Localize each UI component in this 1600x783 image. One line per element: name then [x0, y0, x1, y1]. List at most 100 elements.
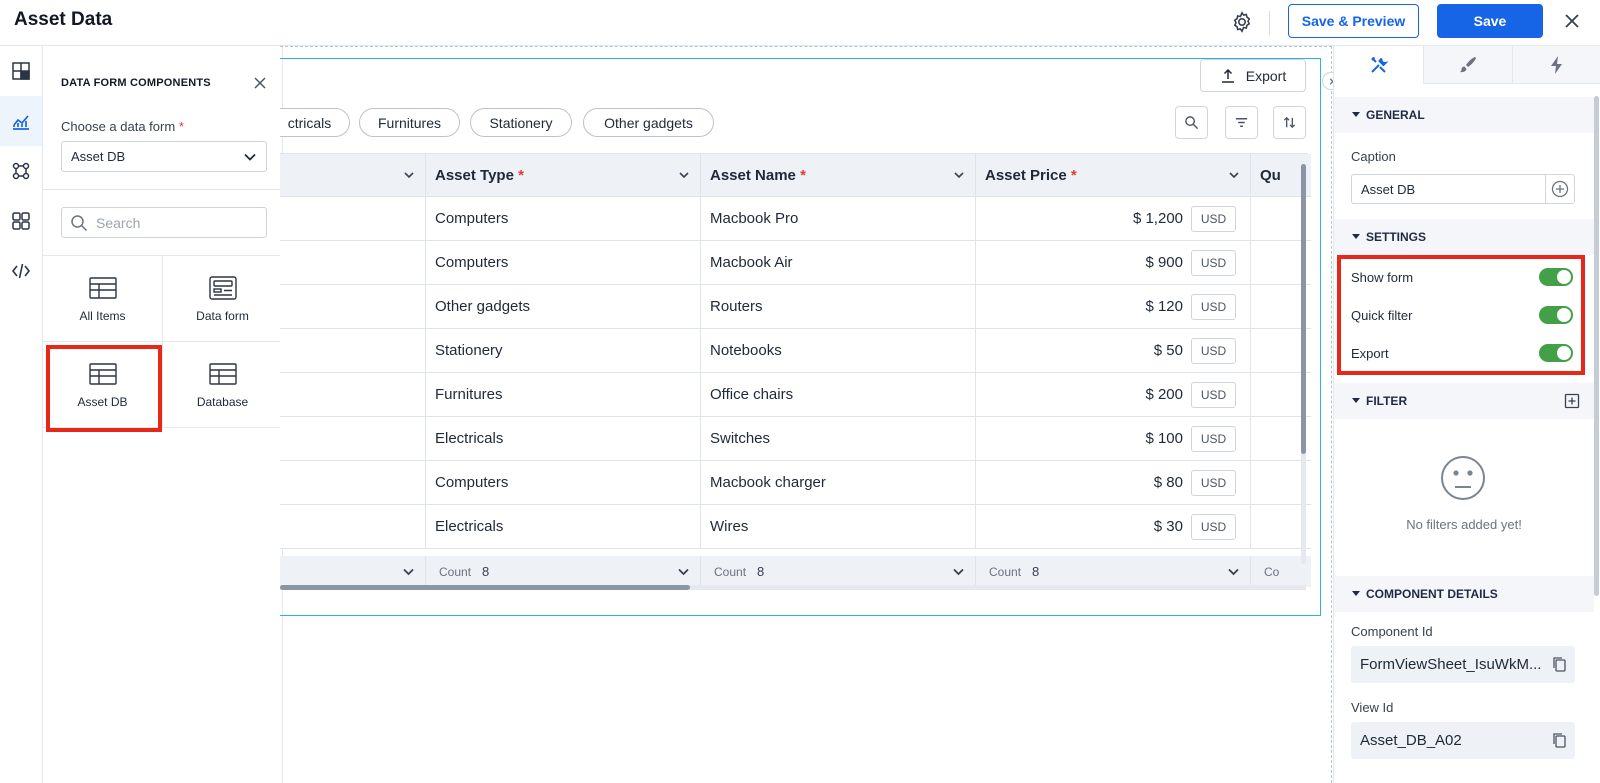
- column-header[interactable]: [280, 154, 426, 197]
- table-cell-asset-price[interactable]: $ 900 USD: [976, 241, 1251, 285]
- copy-icon[interactable]: [1551, 732, 1567, 748]
- currency-badge[interactable]: USD: [1191, 381, 1236, 408]
- settings-gear-icon[interactable]: [1230, 10, 1254, 34]
- search-button[interactable]: [1175, 106, 1208, 139]
- close-icon[interactable]: [1562, 11, 1582, 31]
- tab-properties[interactable]: [1334, 46, 1423, 84]
- filter-chip[interactable]: Furnitures: [359, 108, 460, 137]
- table-cell-asset-price[interactable]: $ 1,200 USD: [976, 197, 1251, 241]
- table-cell-asset-type[interactable]: Other gadgets: [426, 285, 701, 329]
- table-cell-asset-price[interactable]: $ 50 USD: [976, 329, 1251, 373]
- cell-text: Switches: [710, 430, 771, 447]
- aggregate-value: 8: [482, 564, 490, 579]
- search-input[interactable]: [96, 213, 256, 233]
- currency-badge[interactable]: USD: [1191, 205, 1236, 232]
- table-cell-asset-name[interactable]: Macbook charger: [701, 461, 976, 505]
- table-cell-asset-price[interactable]: $ 100 USD: [976, 417, 1251, 461]
- section-title: FILTER: [1366, 394, 1408, 408]
- table-cell-asset-name[interactable]: Macbook Pro: [701, 197, 976, 241]
- chevron-down-icon: [1229, 172, 1239, 179]
- components-icon[interactable]: [0, 146, 42, 196]
- copy-icon[interactable]: [1551, 656, 1567, 672]
- table-cell[interactable]: [280, 197, 426, 241]
- aggregate-cell[interactable]: Count 8: [426, 556, 701, 587]
- currency-badge[interactable]: USD: [1191, 469, 1236, 496]
- sort-button[interactable]: [1273, 106, 1306, 139]
- section-general-header[interactable]: GENERAL: [1334, 97, 1594, 133]
- caret-down-icon: [1352, 591, 1360, 596]
- section-filter-header[interactable]: FILTER: [1334, 383, 1594, 419]
- chart-icon[interactable]: [0, 96, 42, 146]
- table-cell-asset-name[interactable]: Office chairs: [701, 373, 976, 417]
- aggregate-cell[interactable]: Count 8: [701, 556, 976, 587]
- table-cell-asset-type[interactable]: Stationery: [426, 329, 701, 373]
- chevron-down-icon: [954, 172, 964, 179]
- tile-database[interactable]: Database: [163, 342, 283, 428]
- save-and-preview-button[interactable]: Save & Preview: [1288, 4, 1419, 38]
- save-button[interactable]: Save: [1437, 4, 1543, 38]
- add-filter-icon[interactable]: [1564, 393, 1580, 409]
- aggregate-cell[interactable]: Count 8: [976, 556, 1251, 587]
- currency-badge[interactable]: USD: [1191, 293, 1236, 320]
- column-header-asset-name[interactable]: Asset Name *: [701, 154, 976, 197]
- scrollbar-thumb[interactable]: [280, 585, 690, 590]
- section-settings-header[interactable]: SETTINGS: [1334, 219, 1594, 255]
- data-form-select[interactable]: Asset DB: [61, 141, 267, 172]
- table-cell-asset-name[interactable]: Notebooks: [701, 329, 976, 373]
- tile-all-items[interactable]: All Items: [43, 256, 163, 342]
- properties-scrollbar[interactable]: [1594, 96, 1599, 596]
- scrollbar-thumb[interactable]: [1301, 164, 1306, 454]
- filter-chip[interactable]: Other gadgets: [583, 108, 714, 137]
- table-cell-asset-type[interactable]: Furnitures: [426, 373, 701, 417]
- layout-icon[interactable]: [0, 46, 42, 96]
- table-cell[interactable]: [280, 241, 426, 285]
- table-cell-asset-type[interactable]: Computers: [426, 197, 701, 241]
- filter-button[interactable]: [1225, 106, 1258, 139]
- section-component-details-header[interactable]: COMPONENT DETAILS: [1334, 576, 1594, 612]
- tab-style[interactable]: [1423, 46, 1512, 84]
- table-cell-asset-name[interactable]: Wires: [701, 505, 976, 549]
- export-button[interactable]: Export: [1200, 59, 1306, 92]
- caption-input[interactable]: Asset DB: [1351, 174, 1545, 204]
- currency-badge[interactable]: USD: [1191, 425, 1236, 452]
- column-header-asset-price[interactable]: Asset Price *: [976, 154, 1251, 197]
- table-cell[interactable]: [280, 373, 426, 417]
- filter-chip[interactable]: Stationery: [470, 108, 572, 137]
- horizontal-scrollbar[interactable]: [280, 585, 1306, 590]
- table-cell-asset-type[interactable]: Electricals: [426, 417, 701, 461]
- column-header-asset-type[interactable]: Asset Type *: [426, 154, 701, 197]
- component-search[interactable]: [61, 207, 267, 238]
- table-cell[interactable]: [280, 461, 426, 505]
- tab-actions[interactable]: [1512, 46, 1600, 84]
- data-grid-component[interactable]: Export ctricals Furnitures Stationery Ot…: [280, 58, 1321, 616]
- table-cell-asset-name[interactable]: Macbook Air: [701, 241, 976, 285]
- table-cell[interactable]: [280, 417, 426, 461]
- table-cell-asset-price[interactable]: $ 120 USD: [976, 285, 1251, 329]
- grid-icon[interactable]: [0, 196, 42, 246]
- tile-data-form[interactable]: Data form: [163, 256, 283, 342]
- table-cell-asset-price[interactable]: $ 80 USD: [976, 461, 1251, 505]
- aggregate-cell[interactable]: [280, 556, 426, 587]
- properties-tabs: [1334, 46, 1600, 84]
- table-cell-asset-type[interactable]: Electricals: [426, 505, 701, 549]
- cell-text: Computers: [435, 210, 509, 227]
- table-cell[interactable]: [280, 285, 426, 329]
- table-cell-asset-price[interactable]: $ 30 USD: [976, 505, 1251, 549]
- caption-add-button[interactable]: [1545, 174, 1575, 204]
- filter-chip[interactable]: ctricals: [280, 108, 350, 137]
- currency-badge[interactable]: USD: [1191, 513, 1236, 540]
- close-icon[interactable]: [252, 75, 268, 91]
- code-icon[interactable]: [0, 246, 42, 296]
- currency-badge[interactable]: USD: [1191, 249, 1236, 276]
- vertical-scrollbar[interactable]: [1301, 164, 1306, 564]
- table-cell-asset-name[interactable]: Switches: [701, 417, 976, 461]
- table-cell[interactable]: [280, 505, 426, 549]
- cell-text: Macbook charger: [710, 474, 826, 491]
- table-cell-asset-name[interactable]: Routers: [701, 285, 976, 329]
- table-cell-asset-type[interactable]: Computers: [426, 461, 701, 505]
- table-cell-asset-price[interactable]: $ 200 USD: [976, 373, 1251, 417]
- currency-badge[interactable]: USD: [1191, 337, 1236, 364]
- data-table: Asset Type * Asset Name * Asset Price * …: [280, 153, 1311, 610]
- table-cell[interactable]: [280, 329, 426, 373]
- table-cell-asset-type[interactable]: Computers: [426, 241, 701, 285]
